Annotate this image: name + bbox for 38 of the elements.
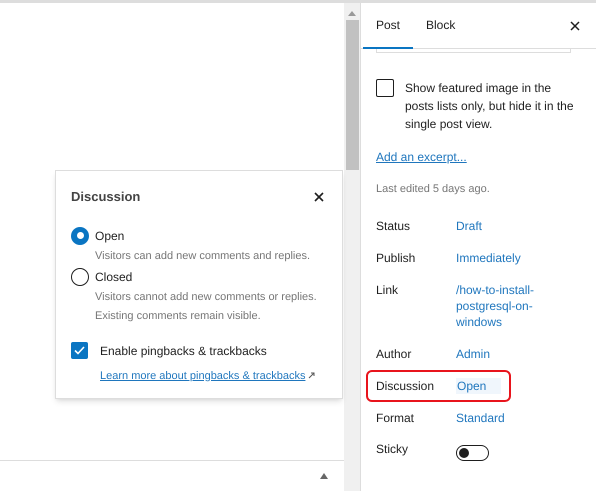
- field-label: Link: [376, 282, 400, 298]
- field-value[interactable]: Open: [456, 378, 501, 394]
- radio-label: Closed: [95, 268, 132, 286]
- field-label: Status: [376, 218, 412, 234]
- radio-button[interactable]: [71, 226, 89, 244]
- radio-button[interactable]: [71, 268, 89, 286]
- scrollbar-thumb[interactable]: [346, 20, 358, 170]
- field-label: Discussion: [376, 378, 436, 394]
- checkmark-icon: [74, 346, 85, 355]
- field-value[interactable]: Standard: [456, 410, 546, 426]
- checkbox[interactable]: [376, 79, 394, 97]
- toggle-switch[interactable]: [456, 444, 489, 460]
- option-description: Visitors cannot add new comments or replies. Existing comments remain visible.: [94, 290, 318, 324]
- checkbox[interactable]: [71, 342, 88, 359]
- checkbox-label: Show featured image in the posts lists only, but hide it in the single post view.: [405, 80, 575, 133]
- option-description: Visitors can add new comments and replies.: [94, 248, 312, 264]
- external-link-icon: [308, 372, 316, 380]
- field-value[interactable]: Draft: [456, 218, 546, 234]
- last-edited-text: Last edited 5 days ago.: [376, 182, 491, 197]
- field-label: Publish: [376, 250, 416, 266]
- radio-label: Open: [95, 228, 124, 244]
- learn-more-link[interactable]: Learn more about pingbacks & trackbacks: [100, 368, 306, 384]
- sidebar-tab[interactable]: Post: [363, 3, 414, 48]
- field-label: Sticky: [376, 440, 410, 458]
- checkbox-label: Enable pingbacks & trackbacks: [100, 342, 267, 360]
- excerpt-link[interactable]: Add an excerpt...: [376, 150, 467, 164]
- field-value[interactable]: /how-to-install-postgresql-on-windows: [456, 282, 546, 330]
- sidebar-tab[interactable]: Block: [413, 3, 468, 48]
- input-field[interactable]: [376, 49, 571, 53]
- close-icon[interactable]: [570, 20, 580, 30]
- close-icon[interactable]: [314, 192, 324, 202]
- triangle-up-icon[interactable]: [320, 473, 328, 479]
- field-value[interactable]: Immediately: [456, 250, 546, 266]
- field-label: Author: [376, 346, 412, 362]
- popover-title: Discussion: [71, 188, 140, 206]
- field-label: Format: [376, 410, 416, 426]
- field-value[interactable]: Admin: [456, 346, 546, 362]
- scrollbar[interactable]: [344, 3, 360, 491]
